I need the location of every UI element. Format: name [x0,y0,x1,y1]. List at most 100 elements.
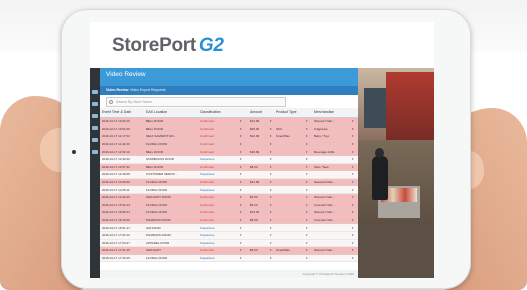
chevron-down-icon[interactable]: ▾ [352,241,354,245]
tab-video-review[interactable]: Video Review [106,88,129,92]
chevron-down-icon[interactable]: ▾ [306,134,308,138]
chevron-down-icon[interactable]: ▾ [270,195,272,199]
chevron-down-icon[interactable]: ▾ [240,150,242,154]
chevron-down-icon[interactable]: ▾ [306,195,308,199]
chevron-down-icon[interactable]: ▾ [270,203,272,207]
chevron-down-icon[interactable]: ▾ [306,248,308,252]
chevron-down-icon[interactable]: ▾ [270,241,272,245]
chevron-down-icon[interactable]: ▾ [352,119,354,123]
table-row[interactable]: 2016-10-17 10:20:16 BELL DOOR Confirmed $12… [100,118,358,126]
table-row[interactable]: 2016-10-17 17:21:15 MAIN EXIT Confirmed $5.… [100,247,358,255]
table-row[interactable]: 2016-10-17 16:19:35 PHARMAS DOOR Confirmed… [100,216,358,225]
chevron-down-icon[interactable]: ▾ [240,226,242,230]
chevron-down-icon[interactable]: ▾ [352,150,354,154]
table-row[interactable]: 2016-10-17 12:36:20 STARBUCKS DOOR Suspici… [100,155,358,164]
table-row[interactable]: 2016-10-17 11:17:52 SELF SAM/EXIT DO... Co… [100,133,358,141]
chevron-down-icon[interactable]: ▾ [352,172,354,176]
chevron-down-icon[interactable]: ▾ [352,127,354,131]
chevron-down-icon[interactable]: ▾ [240,256,242,260]
chevron-down-icon[interactable]: ▾ [240,180,242,184]
chevron-down-icon[interactable]: ▾ [306,127,308,131]
col-merchandise[interactable]: Merchandise [314,110,334,114]
chevron-down-icon[interactable]: ▾ [270,256,272,260]
table-row[interactable]: 2016-10-17 10:51:06 BELL DOOR Confirmed $25… [100,125,358,134]
chevron-down-icon[interactable]: ▾ [240,172,242,176]
chevron-down-icon[interactable]: ▾ [270,172,272,176]
chevron-down-icon[interactable]: ▾ [352,142,354,146]
table-row[interactable]: 2016-10-17 17:02:10 PHARMAS DOOR Suspiciou… [100,231,358,240]
chevron-down-icon[interactable]: ▾ [240,165,242,169]
chevron-down-icon[interactable]: ▾ [240,127,242,131]
chevron-down-icon[interactable]: ▾ [352,203,354,207]
chevron-down-icon[interactable]: ▾ [306,119,308,123]
video-icon[interactable] [92,102,98,106]
chevron-down-icon[interactable]: ▾ [270,157,272,161]
chevron-down-icon[interactable]: ▾ [352,157,354,161]
chevron-down-icon[interactable]: ▾ [270,134,272,138]
chevron-down-icon[interactable]: ▾ [306,226,308,230]
menu-icon[interactable] [92,90,98,94]
chevron-down-icon[interactable]: ▾ [306,233,308,237]
table-row[interactable]: 2016-10-17 17:04:27 APPAREL DOOR Suspiciou… [100,239,358,248]
funnel-icon[interactable] [92,138,98,142]
chevron-down-icon[interactable]: ▾ [240,218,242,222]
chevron-down-icon[interactable]: ▾ [352,180,354,184]
chevron-down-icon[interactable]: ▾ [306,165,308,169]
col-amount[interactable]: Amount [250,110,262,114]
chevron-down-icon[interactable]: ▾ [306,188,308,192]
chevron-down-icon[interactable]: ▾ [270,248,272,252]
search-input[interactable]: Search By Store Name [106,97,286,107]
col-product-type[interactable]: Product Type [276,110,297,114]
chevron-down-icon[interactable]: ▾ [240,248,242,252]
chevron-down-icon[interactable]: ▾ [240,119,242,123]
chevron-down-icon[interactable]: ▾ [240,195,242,199]
chevron-down-icon[interactable]: ▾ [352,134,354,138]
chevron-down-icon[interactable]: ▾ [240,203,242,207]
chevron-down-icon[interactable]: ▾ [352,226,354,230]
chevron-down-icon[interactable]: ▾ [270,180,272,184]
chevron-down-icon[interactable]: ▾ [240,157,242,161]
chevron-down-icon[interactable]: ▾ [270,142,272,146]
chevron-down-icon[interactable]: ▾ [270,210,272,214]
col-classification[interactable]: Classification [200,110,221,114]
chevron-down-icon[interactable]: ▾ [352,210,354,214]
col-eas-location[interactable]: EAS Location [146,110,167,114]
table-row[interactable]: 2016-10-17 16:05:41 FLORAL DOOR Confirmed $… [100,209,358,217]
table-row[interactable]: 2016-10-17 11:44:33 FLORAL DOOR Confirmed ▾… [100,140,358,149]
chevron-down-icon[interactable]: ▾ [306,218,308,222]
chevron-down-icon[interactable]: ▾ [306,150,308,154]
chevron-down-icon[interactable]: ▾ [352,195,354,199]
table-row[interactable]: 2016-10-17 14:40:15 MAIN EXIT DOOR Confirm… [100,193,358,202]
table-row[interactable]: 2016-10-17 12:57:32 BELL DOOR Confirmed $8.… [100,163,358,172]
chevron-down-icon[interactable]: ▾ [270,165,272,169]
chevron-down-icon[interactable]: ▾ [306,180,308,184]
table-row[interactable]: 2016-10-17 11:52:10 BELL DOOR Confirmed $19… [100,148,358,156]
table-row[interactable]: 2016-10-17 15:32:13 FLORAL DOOR Confirmed $… [100,201,358,210]
table-row[interactable]: 2016-10-17 13:46:09 FLORAL DOOR Confirmed $… [100,178,358,187]
chevron-down-icon[interactable]: ▾ [306,157,308,161]
chevron-down-icon[interactable]: ▾ [306,256,308,260]
col-event-time[interactable]: Event Time & Date [102,110,131,114]
tab-video-export-requests[interactable]: Video Export Requests [130,88,166,92]
chevron-down-icon[interactable]: ▾ [240,188,242,192]
chevron-down-icon[interactable]: ▾ [270,188,272,192]
chevron-down-icon[interactable]: ▾ [352,218,354,222]
chevron-down-icon[interactable]: ▾ [352,256,354,260]
table-row[interactable]: 2016-10-17 14:05:11 FLORAL DOOR Suspicious… [100,186,358,194]
filter-icon[interactable] [92,150,98,154]
chevron-down-icon[interactable]: ▾ [240,233,242,237]
table-row[interactable]: 2016-10-17 16:51:17 GM DOOR Suspicious ▾ ▾ ▾ ▾ [100,224,358,232]
chevron-down-icon[interactable]: ▾ [306,241,308,245]
chevron-down-icon[interactable]: ▾ [306,142,308,146]
chevron-down-icon[interactable]: ▾ [352,188,354,192]
chevron-down-icon[interactable]: ▾ [240,134,242,138]
table-row[interactable]: 2016-10-17 17:26:45 FLORAL DOOR Suspicious… [100,254,358,263]
chevron-down-icon[interactable]: ▾ [240,241,242,245]
chevron-down-icon[interactable]: ▾ [352,165,354,169]
chevron-down-icon[interactable]: ▾ [352,248,354,252]
chevron-down-icon[interactable]: ▾ [240,142,242,146]
chevron-down-icon[interactable]: ▾ [306,210,308,214]
settings-icon[interactable] [92,126,98,130]
chevron-down-icon[interactable]: ▾ [270,150,272,154]
chevron-down-icon[interactable]: ▾ [270,233,272,237]
